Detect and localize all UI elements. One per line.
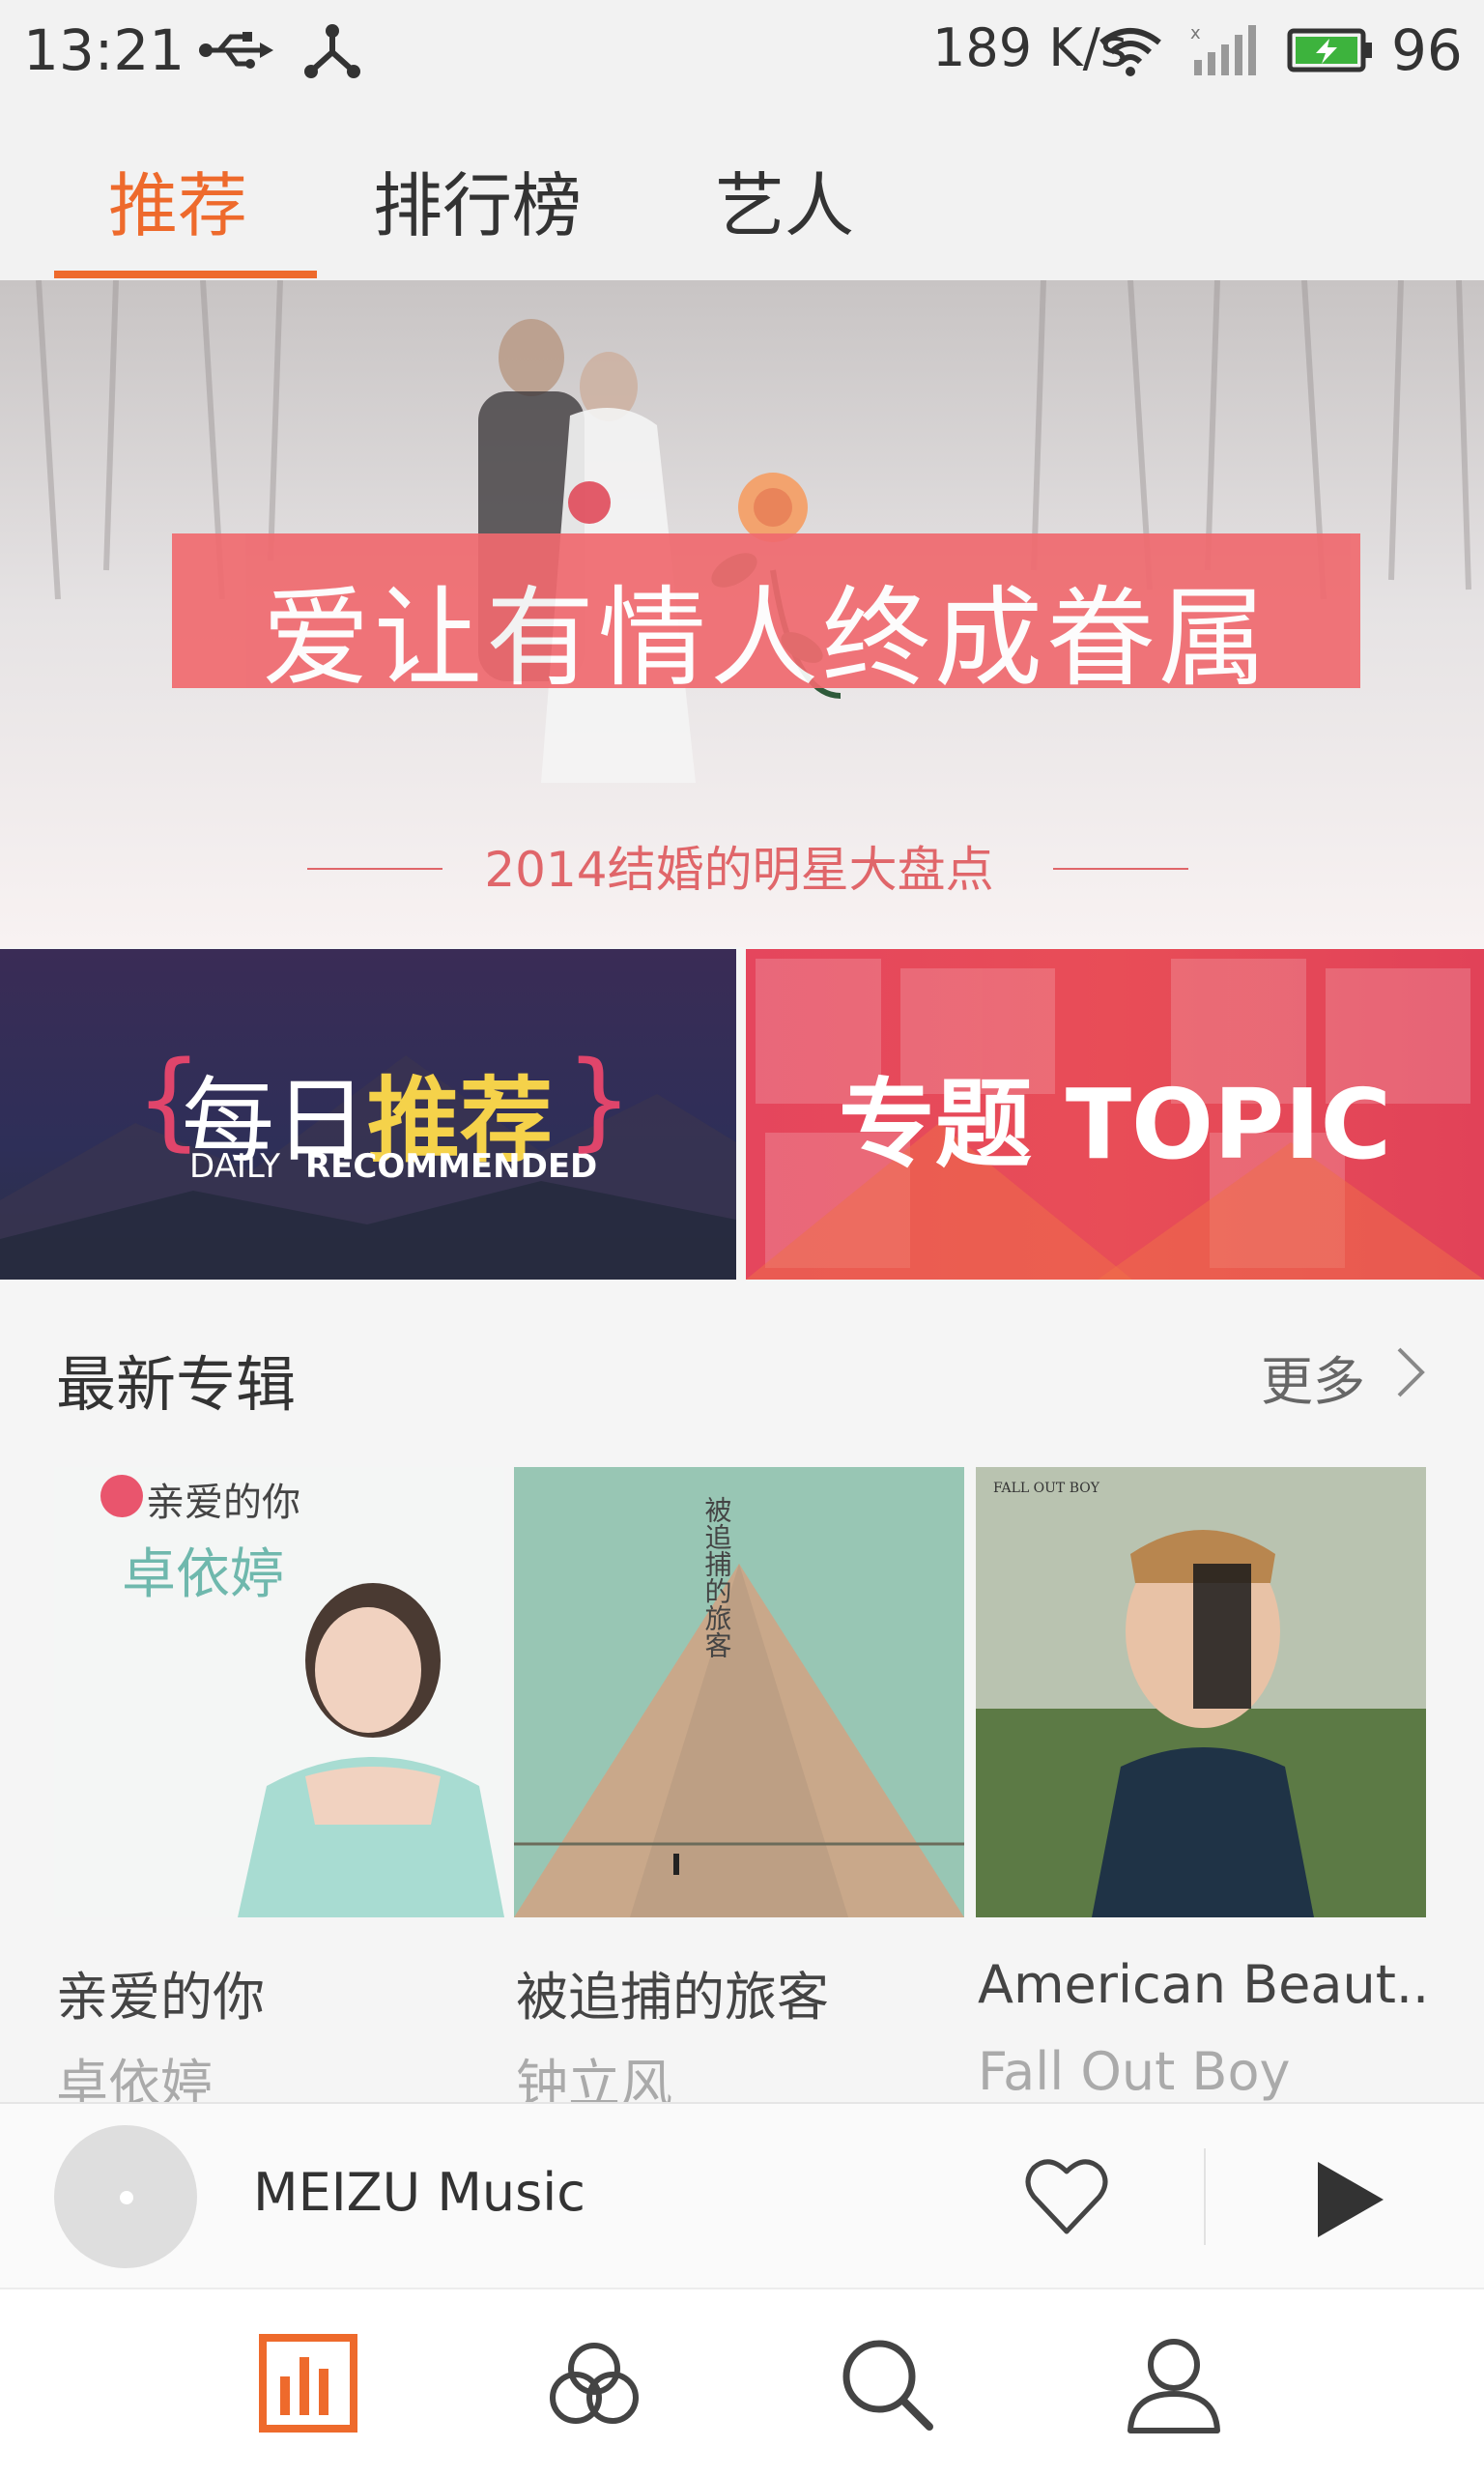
status-time: 13:21	[23, 17, 186, 83]
wifi-icon	[1099, 28, 1161, 76]
hero-subtitle-row: 2014结婚的明星大盘点	[300, 831, 1188, 908]
profile-icon[interactable]	[1121, 2330, 1227, 2436]
album-title-2[interactable]: 被追捕的旅客	[516, 1954, 829, 2030]
search-icon[interactable]	[833, 2330, 939, 2436]
hero-title-box: 爱让有情人终成眷属	[172, 533, 1360, 702]
signal-icon: x	[1190, 23, 1256, 75]
status-bar: 13:21 189 K/s x 96	[0, 0, 1484, 101]
hero-title: 爱让有情人终成眷属	[262, 576, 1270, 702]
album-art-3: FALL OUT BOY	[976, 1467, 1426, 1917]
album-title-3[interactable]: American Beaut..	[978, 1954, 1429, 2015]
album-art-1-text: 亲爱的你	[146, 1481, 300, 1525]
daily-recommended-tile[interactable]: { 每日 推荐 DAILY RECOMMENDED }	[0, 949, 736, 1280]
album-art-3-text: FALL OUT BOY	[993, 1481, 1100, 1496]
bottom-navigation	[0, 2288, 1484, 2476]
album-cover-1[interactable]: 亲爱的你 卓依婷	[54, 1467, 504, 1917]
topic-tile[interactable]: 专题 TOPIC	[746, 949, 1484, 1280]
chevron-right-icon[interactable]	[1391, 1343, 1430, 1401]
topic-title: 专题 TOPIC	[839, 1068, 1391, 1181]
album-art-2: 被追捕的旅客	[514, 1467, 964, 1917]
share-icon	[304, 24, 360, 78]
album-art-2-text: 被追捕的旅客	[701, 1496, 733, 1658]
tab-charts[interactable]: 排行榜	[373, 149, 582, 250]
svg-text:x: x	[1190, 23, 1201, 43]
album-title-1[interactable]: 亲爱的你	[56, 1954, 265, 2030]
album-cover-2[interactable]: 被追捕的旅客	[514, 1467, 964, 1917]
section-title-new-albums: 最新专辑	[56, 1349, 297, 1420]
player-divider	[1204, 2148, 1206, 2245]
hero-subtitle-line-left	[307, 868, 442, 870]
daily-title-en-part2: RECOMMENDED	[305, 1147, 598, 1186]
battery-percentage: 96	[1391, 17, 1463, 83]
disc-center	[120, 2191, 133, 2204]
tab-recommend[interactable]: 推荐	[108, 149, 247, 250]
battery-icon	[1287, 28, 1372, 72]
usb-icon	[199, 32, 273, 69]
hero-banner[interactable]: 爱让有情人终成眷属 2014结婚的明星大盘点	[0, 280, 1484, 947]
hero-subtitle: 2014结婚的明星大盘点	[484, 842, 994, 898]
album-disc-icon[interactable]	[54, 2125, 197, 2268]
play-icon[interactable]	[1308, 2156, 1389, 2243]
heart-icon[interactable]	[1020, 2150, 1113, 2243]
brace-right-icon: }	[565, 1038, 633, 1162]
more-link[interactable]: 更多	[1261, 1339, 1365, 1415]
discover-icon[interactable]	[541, 2330, 647, 2436]
daily-title-en-part1: DAILY	[189, 1147, 281, 1186]
now-playing-title[interactable]: MEIZU Music	[253, 2162, 585, 2223]
mini-player[interactable]: MEIZU Music	[0, 2102, 1484, 2289]
hero-subtitle-line-right	[1053, 868, 1188, 870]
music-library-icon[interactable]	[255, 2330, 361, 2436]
album-art-1-artist: 卓依婷	[122, 1543, 284, 1606]
album-art-1: 亲爱的你 卓依婷	[54, 1467, 504, 1917]
active-tab-indicator	[54, 271, 317, 278]
album-cover-3[interactable]: FALL OUT BOY	[976, 1467, 1426, 1917]
album-artist-3[interactable]: Fall Out Boy	[978, 2041, 1290, 2102]
top-tabs: 推荐 排行榜 艺人	[0, 101, 1484, 284]
tab-artists[interactable]: 艺人	[715, 149, 854, 250]
